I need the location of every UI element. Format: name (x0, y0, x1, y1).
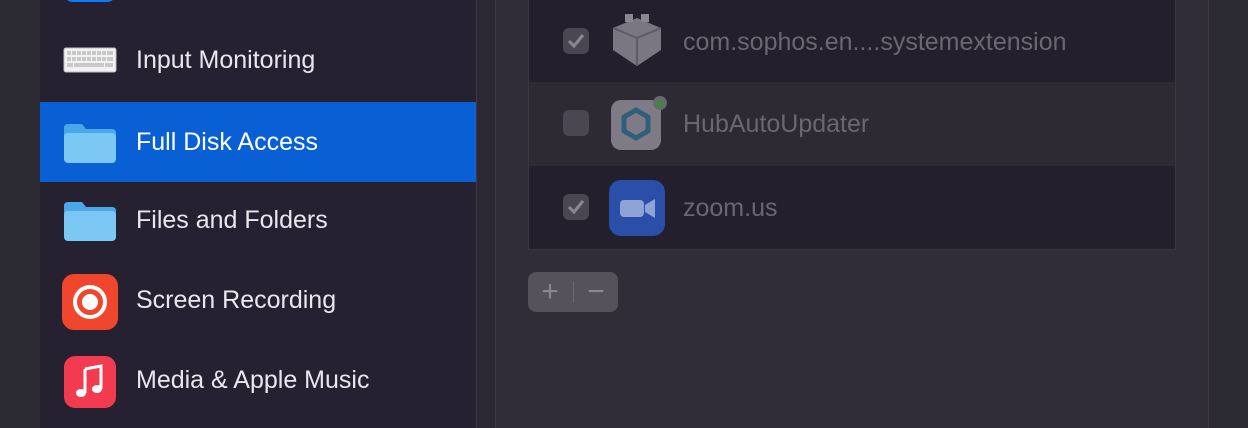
app-row-zoom[interactable]: zoom.us (529, 166, 1175, 250)
privacy-detail-pane: com.sophos.en....systemextension HubAuto… (496, 0, 1208, 428)
privacy-sidebar: Input Monitoring Full Disk Access Files … (40, 0, 477, 428)
sidebar-item-label: Full Disk Access (136, 128, 318, 156)
app-name: com.sophos.en....systemextension (683, 28, 1067, 56)
sophos-extension-icon (609, 14, 665, 70)
screen-recording-icon (62, 274, 118, 330)
sidebar-item-label: Screen Recording (136, 286, 337, 314)
pane-divider (477, 0, 496, 428)
blue-circle-icon (62, 0, 118, 2)
add-remove-control: + − (528, 272, 618, 312)
sidebar-item-files-and-folders[interactable]: Files and Folders (40, 180, 476, 260)
app-checkbox[interactable] (563, 194, 589, 220)
sidebar-item-screen-recording[interactable]: Screen Recording (40, 260, 476, 340)
app-name: HubAutoUpdater (683, 110, 870, 138)
zoom-camera-icon (609, 180, 665, 236)
app-name: zoom.us (683, 194, 778, 222)
keyboard-icon (62, 38, 118, 82)
sidebar-item-label: Files and Folders (136, 206, 328, 234)
window-left-edge (0, 0, 40, 428)
add-button[interactable]: + (528, 272, 572, 312)
sidebar-item-label: Media & Apple Music (136, 366, 370, 394)
app-checkbox[interactable] (563, 28, 589, 54)
app-permission-list: com.sophos.en....systemextension HubAuto… (528, 0, 1176, 250)
window-right-edge (1208, 0, 1248, 428)
folder-icon (62, 198, 118, 242)
remove-button[interactable]: − (574, 272, 618, 312)
folder-icon (62, 120, 118, 164)
sidebar-item-input-monitoring[interactable]: Input Monitoring (40, 20, 476, 100)
sidebar-item-full-disk-access[interactable]: Full Disk Access (40, 102, 476, 182)
app-row-sophos-extension[interactable]: com.sophos.en....systemextension (529, 0, 1175, 84)
app-checkbox[interactable] (563, 110, 589, 136)
sidebar-item-label: Input Monitoring (136, 46, 316, 74)
sidebar-item-top-partial[interactable] (40, 0, 476, 20)
hub-auto-updater-icon (609, 96, 667, 152)
music-note-icon (64, 356, 116, 408)
app-row-hubautoupdater[interactable]: HubAutoUpdater (529, 82, 1175, 166)
sidebar-item-media-apple-music[interactable]: Media & Apple Music (40, 340, 476, 420)
